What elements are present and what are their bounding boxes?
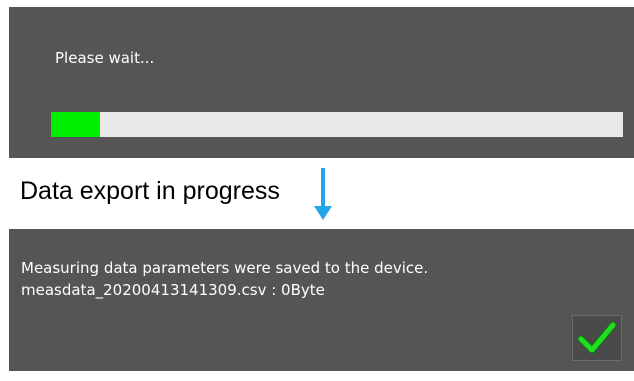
file-info-line: measdata_20200413141309.csv : 0Byte: [21, 281, 325, 299]
export-progress-bar: [51, 112, 623, 137]
please-wait-dialog: Please wait...: [9, 7, 634, 158]
data-export-caption: Data export in progress: [20, 177, 280, 205]
arrow-down-icon: [314, 168, 332, 220]
please-wait-message: Please wait...: [55, 49, 155, 67]
export-complete-dialog: Measuring data parameters were saved to …: [9, 229, 634, 371]
caption-row: Data export in progress: [0, 158, 634, 229]
progress-fill: [51, 112, 101, 137]
checkmark-icon: [578, 321, 616, 354]
ok-button[interactable]: [572, 315, 622, 361]
saved-message-line: Measuring data parameters were saved to …: [21, 259, 429, 277]
export-result-message: Measuring data parameters were saved to …: [21, 257, 428, 301]
